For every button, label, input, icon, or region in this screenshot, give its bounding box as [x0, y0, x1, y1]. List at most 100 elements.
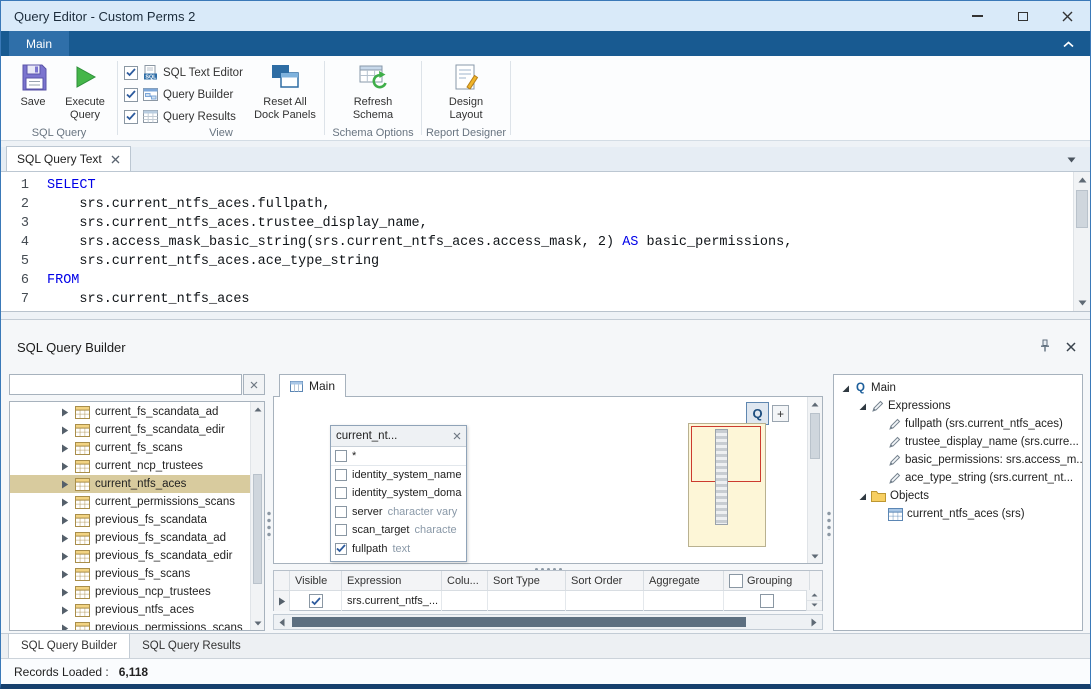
save-button[interactable]: Save	[7, 58, 59, 124]
column-header-sort-type[interactable]: Sort Type	[488, 571, 566, 590]
cell-grouping[interactable]	[724, 591, 810, 611]
table-node-previous_permissions_scans[interactable]: previous_permissions_scans	[10, 619, 250, 630]
table-search-input[interactable]	[9, 374, 242, 395]
code-line[interactable]: srs.current_ntfs_aces	[47, 290, 1073, 309]
diagram-overview[interactable]	[688, 423, 766, 547]
scroll-up-button[interactable]	[807, 590, 822, 601]
outline-node-ace-type-string-srs-current-nt[interactable]: ace_type_string (srs.current_nt...	[834, 469, 1082, 487]
design-layout-button[interactable]: Design Layout	[440, 58, 492, 124]
scrollbar-track[interactable]	[1074, 188, 1090, 295]
titlebar[interactable]: Query Editor - Custom Perms 2	[1, 1, 1090, 31]
tab-list-dropdown[interactable]	[1063, 146, 1080, 172]
scrollbar-track[interactable]	[290, 615, 806, 629]
card-header[interactable]: current_nt...	[331, 426, 466, 447]
code-line[interactable]: FROM	[47, 271, 1073, 290]
row-selector[interactable]	[274, 591, 290, 611]
column-header-expression[interactable]: Expression	[342, 571, 442, 590]
expand-icon[interactable]	[60, 606, 70, 615]
expand-icon[interactable]	[60, 570, 70, 579]
outline-node-objects[interactable]: Objects	[834, 487, 1082, 505]
scroll-down-button[interactable]	[807, 601, 822, 612]
scroll-down-button[interactable]	[1074, 295, 1090, 311]
checkbox[interactable]	[335, 469, 347, 481]
checkbox[interactable]	[335, 543, 347, 555]
table-node-previous_ncp_trustees[interactable]: previous_ncp_trustees	[10, 583, 250, 601]
tab-sql-query-text[interactable]: SQL Query Text	[6, 146, 131, 171]
clear-search-button[interactable]	[243, 374, 265, 395]
table-node-current_fs_scandata_edir[interactable]: current_fs_scandata_edir	[10, 421, 250, 439]
splitter-handle[interactable]	[827, 510, 831, 540]
outline-node-basic-permissions-srs-access-m[interactable]: basic_permissions: srs.access_m...	[834, 451, 1082, 469]
checkbox[interactable]	[335, 506, 347, 518]
execute-query-button[interactable]: Execute Query	[59, 58, 111, 124]
diagram-tab-main[interactable]: Main	[279, 374, 346, 397]
table-node-previous_fs_scans[interactable]: previous_fs_scans	[10, 565, 250, 583]
scroll-left-button[interactable]	[274, 615, 290, 629]
table-node-current_fs_scans[interactable]: current_fs_scans	[10, 439, 250, 457]
expand-icon[interactable]	[60, 444, 70, 453]
collapse-icon[interactable]	[857, 402, 867, 411]
collapse-icon[interactable]	[840, 384, 850, 393]
expand-icon[interactable]	[60, 516, 70, 525]
code-line[interactable]: srs.access_mask_basic_string(srs.current…	[47, 233, 1073, 252]
field-row-server[interactable]: servercharacter vary	[331, 503, 466, 522]
grid-row[interactable]: srs.current_ntfs_...	[274, 591, 822, 611]
card-close-button[interactable]	[453, 432, 461, 440]
dock-tab-sql-query-builder[interactable]: SQL Query Builder	[8, 634, 130, 658]
refresh-schema-button[interactable]: Refresh Schema	[347, 58, 399, 124]
checkbox[interactable]	[124, 110, 138, 124]
expand-icon[interactable]	[60, 480, 70, 489]
cell-expression[interactable]: srs.current_ntfs_...	[342, 591, 442, 611]
field-row-identity_system_name[interactable]: identity_system_name	[331, 466, 466, 485]
reset-dock-panels-button[interactable]: Reset All Dock Panels	[252, 58, 318, 124]
code-line[interactable]: SELECT	[47, 176, 1073, 195]
sql-editor[interactable]: 1234567 SELECT srs.current_ntfs_aces.ful…	[1, 172, 1090, 312]
table-node-previous_ntfs_aces[interactable]: previous_ntfs_aces	[10, 601, 250, 619]
view-option-query-builder[interactable]: Query Builder	[124, 87, 252, 102]
code-line[interactable]: srs.current_ntfs_aces.fullpath,	[47, 195, 1073, 214]
column-header-sort-order[interactable]: Sort Order	[566, 571, 644, 590]
checkbox[interactable]	[124, 66, 138, 80]
scrollbar-track[interactable]	[808, 411, 822, 549]
editor-vscrollbar[interactable]	[1073, 172, 1090, 311]
expand-icon[interactable]	[60, 624, 70, 631]
table-node-previous_fs_scandata[interactable]: previous_fs_scandata	[10, 511, 250, 529]
add-table-button[interactable]: +	[772, 405, 789, 422]
close-button[interactable]	[1045, 1, 1090, 31]
expand-icon[interactable]	[60, 552, 70, 561]
collapse-icon[interactable]	[857, 492, 867, 501]
table-tree-scrollbar[interactable]	[250, 402, 264, 630]
table-node-current_ntfs_aces[interactable]: current_ntfs_aces	[10, 475, 250, 493]
ribbon-collapse-button[interactable]	[1059, 32, 1078, 56]
expand-icon[interactable]	[60, 498, 70, 507]
view-option-sql-text-editor[interactable]: SQLSQL Text Editor	[124, 65, 252, 80]
cell-sort-order[interactable]	[566, 591, 644, 611]
column-header-visible[interactable]: Visible	[290, 571, 342, 590]
checkbox[interactable]	[309, 594, 323, 608]
checkbox[interactable]	[124, 88, 138, 102]
cell-sort-type[interactable]	[488, 591, 566, 611]
field-row-scan_target[interactable]: scan_targetcharacte	[331, 521, 466, 540]
expand-icon[interactable]	[60, 462, 70, 471]
editor-code[interactable]: SELECT srs.current_ntfs_aces.fullpath, s…	[37, 172, 1073, 311]
column-header-colu-[interactable]: Colu...	[442, 571, 488, 590]
cell-colu-[interactable]	[442, 591, 488, 611]
table-node-current_permissions_scans[interactable]: current_permissions_scans	[10, 493, 250, 511]
cell-aggregate[interactable]	[644, 591, 724, 611]
maximize-button[interactable]	[1000, 1, 1045, 31]
table-node-current_fs_scandata_ad[interactable]: current_fs_scandata_ad	[10, 403, 250, 421]
scrollbar-thumb[interactable]	[1076, 190, 1088, 228]
splitter-handle[interactable]	[267, 510, 271, 540]
expand-icon[interactable]	[60, 426, 70, 435]
scroll-up-button[interactable]	[1074, 172, 1090, 188]
scroll-up-button[interactable]	[251, 402, 264, 416]
close-tab-icon[interactable]	[111, 155, 120, 164]
view-option-query-results[interactable]: Query Results	[124, 109, 252, 124]
query-properties-button[interactable]: Q	[746, 402, 769, 425]
scrollbar-thumb[interactable]	[292, 617, 746, 627]
scroll-down-button[interactable]	[808, 549, 822, 563]
checkbox[interactable]	[335, 524, 347, 536]
expand-icon[interactable]	[60, 588, 70, 597]
field-row-fullpath[interactable]: fullpathtext	[331, 540, 466, 559]
field-row-identity_system_doma[interactable]: identity_system_doma	[331, 484, 466, 503]
